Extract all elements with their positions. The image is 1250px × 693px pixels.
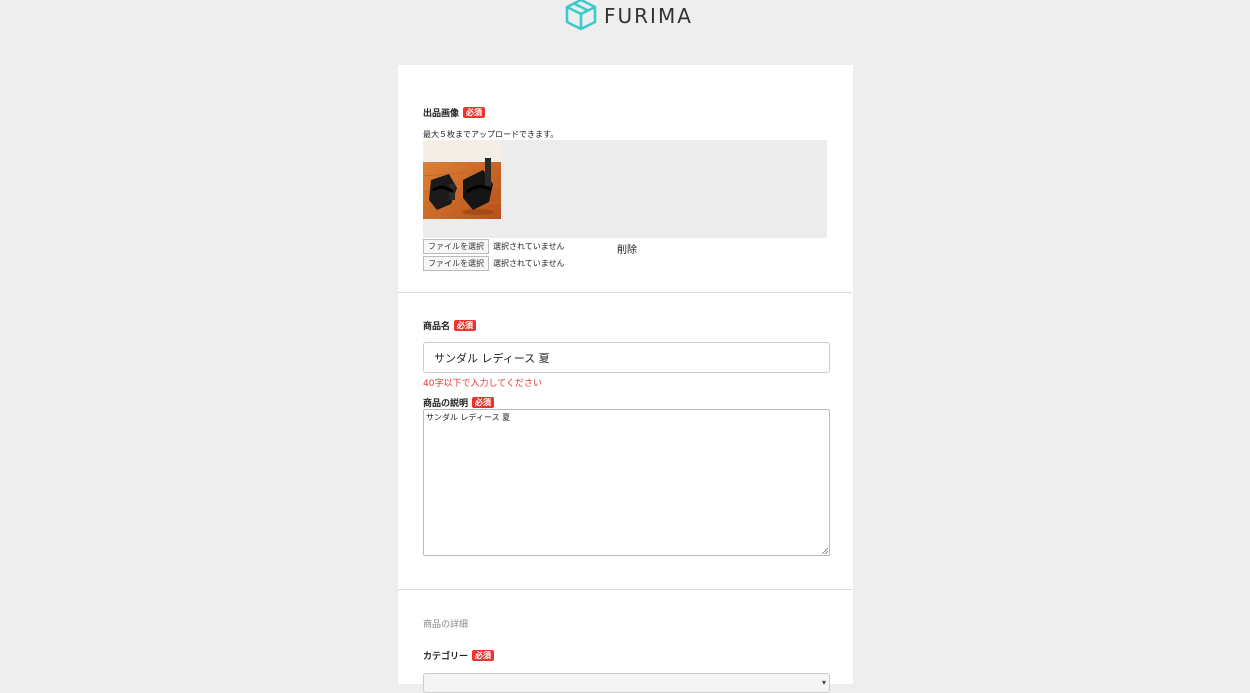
resize-grip-icon[interactable] bbox=[821, 547, 828, 554]
file-status: 選択されていません bbox=[493, 259, 565, 268]
product-name-value: サンダル レディース 夏 bbox=[434, 351, 550, 365]
logo-text: FURIMA bbox=[604, 4, 693, 28]
name-label-text: 商品名 bbox=[423, 322, 451, 332]
product-name-input[interactable]: サンダル レディース 夏 bbox=[423, 342, 830, 373]
images-label-text: 出品画像 bbox=[423, 109, 460, 119]
product-thumbnail[interactable] bbox=[423, 140, 501, 219]
box-logo-icon bbox=[564, 0, 598, 34]
image-upload-panel: 出品画像 必須 最大５枚までアップロードできます。 ファイルを選択 選択されてい… bbox=[398, 65, 853, 293]
file-select-button[interactable]: ファイルを選択 bbox=[423, 239, 489, 254]
name-error-message: 40字以下で入力してください bbox=[423, 379, 542, 389]
name-description-panel: 商品名 必須 サンダル レディース 夏 40字以下で入力してください 商品の説明… bbox=[398, 293, 853, 589]
required-badge: 必須 bbox=[454, 320, 477, 331]
file-input-2: ファイルを選択 選択されていません bbox=[423, 256, 565, 271]
file-select-button[interactable]: ファイルを選択 bbox=[423, 256, 489, 271]
images-label: 出品画像 必須 bbox=[423, 106, 486, 119]
file-status: 選択されていません bbox=[493, 242, 565, 251]
category-label-text: カテゴリー bbox=[423, 652, 469, 662]
file-input-1: ファイルを選択 選択されていません bbox=[423, 239, 565, 254]
product-description-textarea[interactable]: サンダル レディース 夏 bbox=[423, 409, 830, 556]
description-value: サンダル レディース 夏 bbox=[426, 413, 511, 422]
description-label-text: 商品の説明 bbox=[423, 399, 469, 409]
description-label: 商品の説明 必須 bbox=[423, 396, 495, 409]
category-label: カテゴリー 必須 bbox=[423, 649, 495, 662]
details-panel: 商品の詳細 カテゴリー 必須 ▾ bbox=[398, 590, 853, 693]
upload-note: 最大５枚までアップロードできます。 bbox=[423, 130, 559, 139]
chevron-down-icon: ▾ bbox=[821, 678, 826, 687]
furima-logo[interactable]: FURIMA bbox=[564, 0, 693, 32]
category-select[interactable]: ▾ bbox=[423, 673, 830, 693]
required-badge: 必須 bbox=[472, 650, 495, 661]
delete-image-link[interactable]: 削除 bbox=[617, 241, 637, 256]
required-badge: 必須 bbox=[472, 397, 495, 408]
header: FURIMA bbox=[0, 0, 1250, 40]
name-label: 商品名 必須 bbox=[423, 319, 477, 332]
details-section-title: 商品の詳細 bbox=[423, 620, 469, 630]
required-badge: 必須 bbox=[463, 107, 486, 118]
image-dropzone[interactable] bbox=[423, 140, 827, 238]
